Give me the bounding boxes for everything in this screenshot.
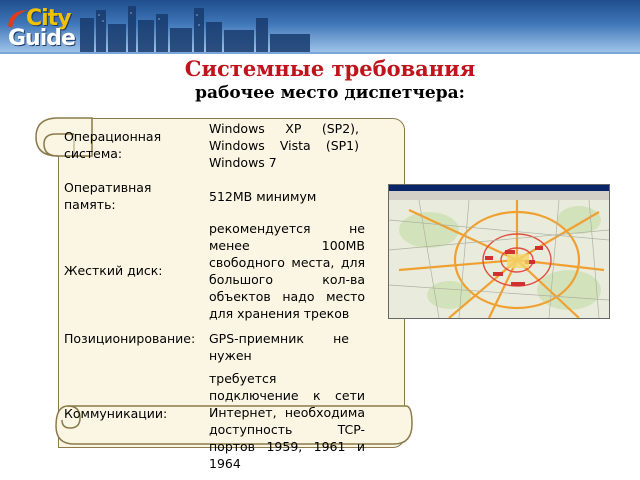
req-value-ram: 512MB минимум bbox=[209, 189, 317, 204]
map-screenshot bbox=[388, 184, 610, 319]
page-title: Системные требования bbox=[184, 56, 476, 81]
req-value-comm: требуется подключение к сети Интернет, н… bbox=[209, 371, 365, 471]
city-map-image bbox=[389, 200, 609, 318]
req-value-os: Windows XP (SP2), Windows Vista (SP1) Wi… bbox=[209, 121, 359, 170]
req-label-os: Операционная система: bbox=[64, 129, 162, 161]
map-toolbar bbox=[389, 191, 609, 200]
req-value-positioning: GPS-приемник не нужен bbox=[209, 331, 349, 363]
logo-guide-text: Guide bbox=[8, 26, 76, 51]
req-label-disk: Жесткий диск: bbox=[64, 263, 163, 278]
req-label-comm: Коммуникации: bbox=[64, 406, 168, 421]
req-label-positioning: Позиционирование: bbox=[64, 331, 196, 346]
city-skyline-graphic bbox=[80, 6, 310, 52]
header-divider bbox=[0, 52, 640, 54]
header-banner: City Guide bbox=[0, 0, 640, 52]
city-guide-logo: City Guide bbox=[4, 4, 76, 51]
req-value-disk: рекомендуется не менее 100MB свободного … bbox=[209, 221, 365, 321]
req-label-ram: Оперативная память: bbox=[64, 180, 152, 212]
page-subtitle: рабочее место диспетчера: bbox=[195, 83, 465, 103]
